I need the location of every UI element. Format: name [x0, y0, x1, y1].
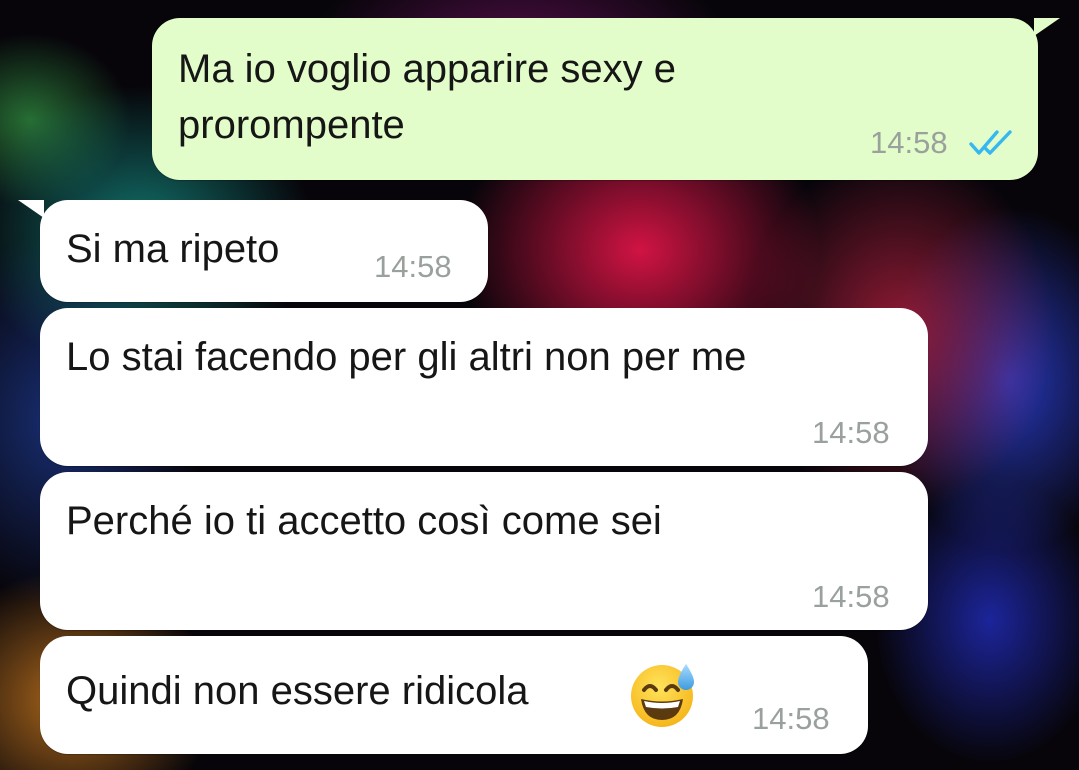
message-timestamp: 14:58: [812, 415, 890, 450]
message-text: Quindi non essere ridicola: [66, 669, 529, 713]
incoming-message-bubble[interactable]: Perché io ti accetto così come sei 14:58: [40, 472, 928, 630]
double-check-read-icon: [969, 130, 1012, 155]
message-text: Si ma ripeto: [66, 227, 280, 271]
message-text: prorompente: [178, 103, 405, 147]
message-text: Perché io ti accetto così come sei: [66, 499, 662, 543]
message-text: Lo stai facendo per gli altri non per me: [66, 335, 747, 379]
incoming-bubble-tail: [18, 200, 44, 218]
grinning-face-with-sweat-icon: [631, 664, 694, 727]
incoming-message-bubble[interactable]: Quindi non essere ridicola 14:58: [40, 636, 868, 754]
message-text: Ma io voglio apparire sexy e: [178, 47, 677, 91]
incoming-message-bubble[interactable]: Lo stai facendo per gli altri non per me…: [40, 308, 928, 466]
message-timestamp: 14:58: [812, 579, 890, 614]
message-timestamp: 14:58: [752, 701, 830, 736]
outgoing-bubble-tail: [1034, 18, 1060, 36]
outgoing-message-bubble[interactable]: Ma io voglio apparire sexy e prorompente…: [152, 18, 1038, 180]
message-timestamp: 14:58: [374, 249, 452, 284]
message-timestamp: 14:58: [870, 125, 948, 160]
incoming-message-bubble[interactable]: Si ma ripeto 14:58: [40, 200, 488, 302]
